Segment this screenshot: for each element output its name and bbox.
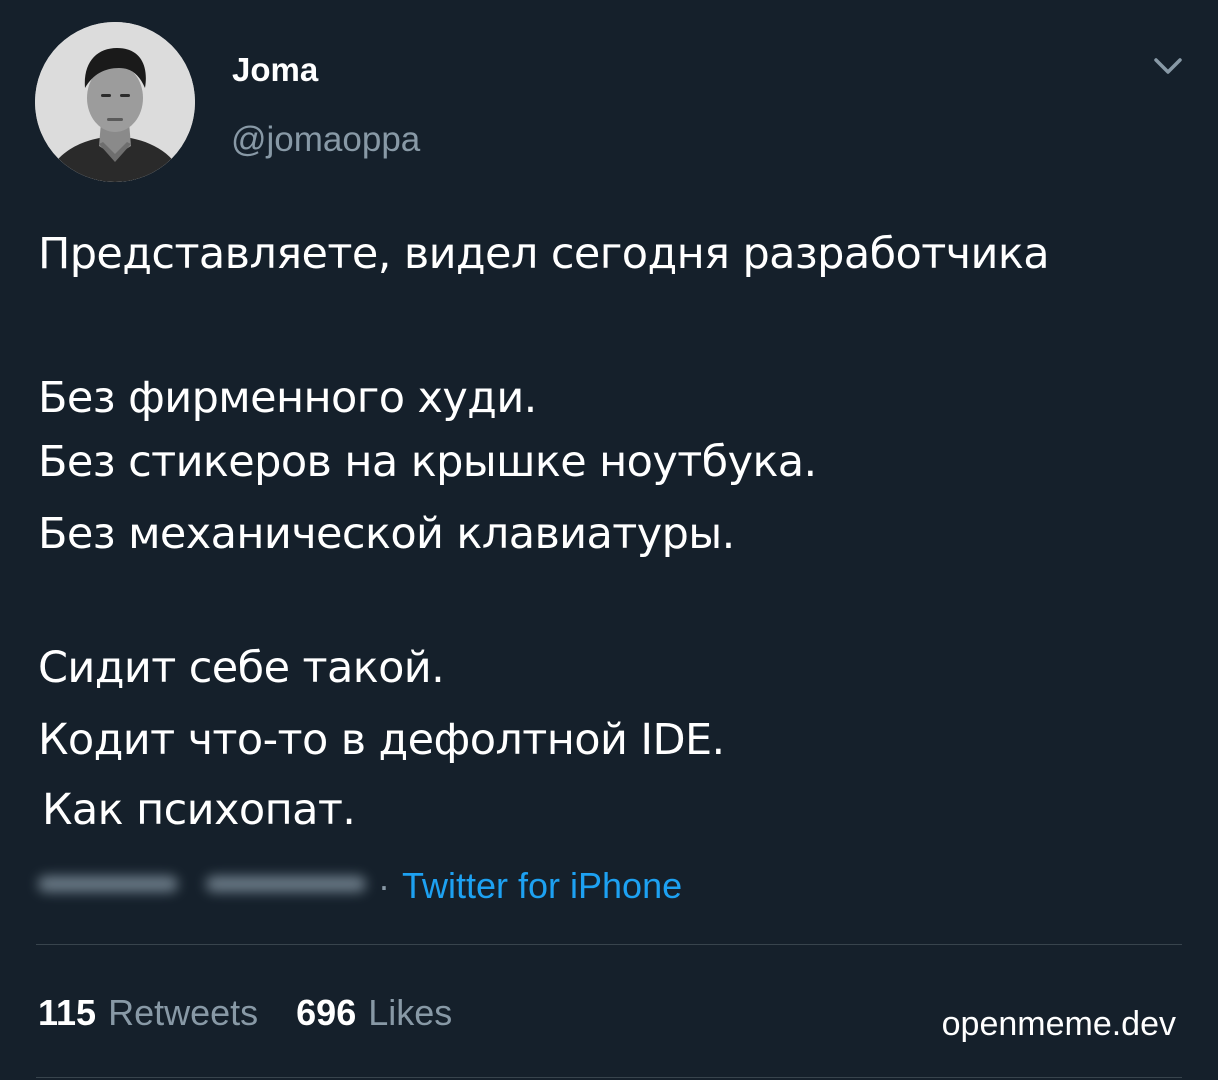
- watermark: openmeme.dev: [941, 1005, 1176, 1043]
- display-name[interactable]: Joma: [232, 50, 318, 90]
- divider: [36, 1077, 1182, 1078]
- tweet-text-line: Без фирменного худи.: [38, 373, 537, 423]
- meta-separator: ·: [378, 865, 390, 906]
- likes-label[interactable]: Likes: [368, 990, 452, 1036]
- avatar-photo: [35, 22, 195, 182]
- user-handle[interactable]: @jomaoppa: [231, 118, 420, 162]
- avatar[interactable]: [35, 22, 195, 182]
- tweet-stats: 115 Retweets 696 Likes: [38, 990, 490, 1036]
- likes-count[interactable]: 696: [296, 990, 356, 1036]
- redacted-timestamp: [38, 865, 368, 907]
- retweets-label[interactable]: Retweets: [108, 990, 258, 1036]
- retweets-count[interactable]: 115: [38, 990, 96, 1036]
- tweet-text-line: Сидит себе такой.: [38, 643, 445, 693]
- tweet-text-line: Без механической клавиатуры.: [38, 509, 735, 559]
- divider: [36, 944, 1182, 945]
- tweet-text-line: Кодит что-то в дефолтной IDE.: [38, 715, 725, 765]
- tweet-text-line: Представляете, видел сегодня разработчик…: [38, 229, 1050, 279]
- tweet-text-line: Как психопат.: [42, 785, 356, 835]
- chevron-down-icon[interactable]: [1148, 50, 1188, 84]
- tweet-meta: · Twitter for iPhone: [38, 862, 682, 910]
- source-link[interactable]: Twitter for iPhone: [402, 865, 682, 907]
- tweet-text-line: Без стикеров на крышке ноутбука.: [38, 437, 817, 487]
